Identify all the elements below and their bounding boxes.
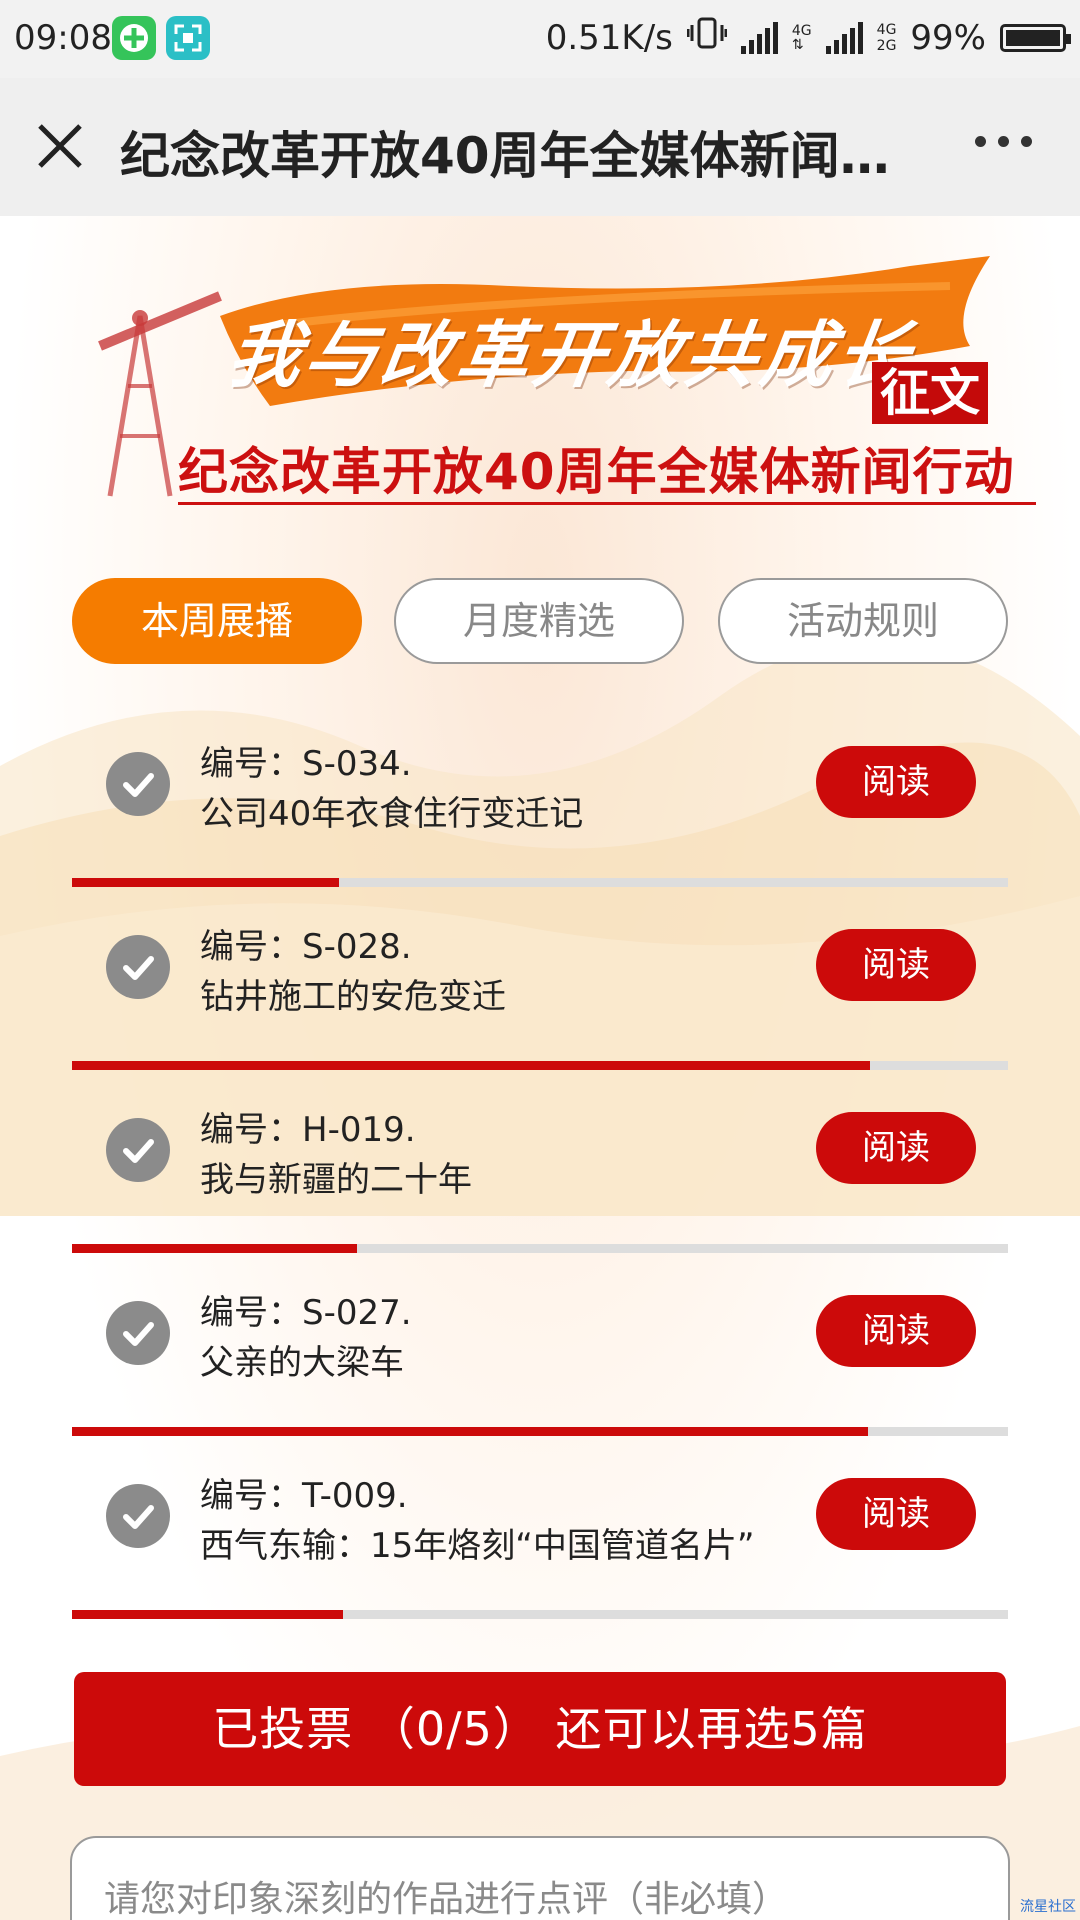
banner-subtitle: 纪念改革开放40周年全媒体新闻行动 <box>178 443 1015 501</box>
entry-number: 编号：S-034. <box>200 744 412 784</box>
title-bar: 纪念改革开放40周年全媒体新闻... <box>0 78 1080 217</box>
progress-fill <box>72 878 339 887</box>
tab-rules[interactable]: 活动规则 <box>718 578 1008 664</box>
check-icon[interactable] <box>106 1118 170 1182</box>
entry-list: 编号：S-034. 公司40年衣食住行变迁记 阅读 编号：S-028. 钻井施工… <box>72 716 1008 1631</box>
battery-icon <box>1000 23 1071 52</box>
progress-fill <box>72 1061 871 1070</box>
entry-title: 钻井施工的安危变迁 <box>200 977 506 1017</box>
banner-slogan: 我与改革开放共成长 <box>223 312 920 397</box>
watermark: 流星社区 <box>1020 1899 1076 1915</box>
status-time: 09:08 <box>14 18 112 58</box>
read-button[interactable]: 阅读 <box>816 1478 976 1550</box>
read-button[interactable]: 阅读 <box>816 1295 976 1367</box>
entry-number: 编号：H-019. <box>200 1110 416 1150</box>
more-icon[interactable] <box>975 136 1032 147</box>
page-title: 纪念改革开放40周年全媒体新闻... <box>120 127 890 185</box>
close-icon[interactable] <box>30 116 90 176</box>
entry-title: 父亲的大梁车 <box>200 1343 404 1383</box>
progress-fill <box>72 1244 358 1253</box>
progress-bar <box>72 1427 1008 1436</box>
battery-percent: 99% <box>910 17 986 58</box>
signal-icon <box>740 21 778 54</box>
read-button[interactable]: 阅读 <box>816 1112 976 1184</box>
net-speed: 0.51K/s <box>545 17 673 58</box>
progress-fill <box>72 1427 868 1436</box>
progress-bar <box>72 1244 1008 1253</box>
progress-fill <box>72 1610 344 1619</box>
banner-badge: 征文 <box>872 362 988 424</box>
entry-number: 编号：S-027. <box>200 1293 412 1333</box>
check-icon[interactable] <box>106 1484 170 1548</box>
entry-number: 编号：S-028. <box>200 927 412 967</box>
entry-number: 编号：T-009. <box>200 1476 408 1516</box>
entry-title: 公司40年衣食住行变迁记 <box>200 794 584 834</box>
wechat-notification-icon <box>112 16 156 60</box>
read-button[interactable]: 阅读 <box>816 929 976 1001</box>
list-item: 编号：S-034. 公司40年衣食住行变迁记 阅读 <box>72 716 1008 899</box>
entry-title: 西气东输：15年烙刻“中国管道名片” <box>200 1526 755 1566</box>
comment-box <box>70 1836 1010 1920</box>
status-bar: 09:08 0.51K/s 4G ⇅ 4G 2G 99% <box>0 0 1080 78</box>
check-icon[interactable] <box>106 1301 170 1365</box>
vote-status-button[interactable]: 已投票 （0/5） 还可以再选5篇 <box>74 1672 1006 1786</box>
progress-bar <box>72 1061 1008 1070</box>
list-item: 编号：T-009. 西气东输：15年烙刻“中国管道名片” 阅读 <box>72 1448 1008 1631</box>
tab-monthly[interactable]: 月度精选 <box>394 578 684 664</box>
check-icon[interactable] <box>106 935 170 999</box>
scan-notification-icon <box>166 16 210 60</box>
banner-divider <box>178 502 1036 505</box>
check-icon[interactable] <box>106 752 170 816</box>
progress-bar <box>72 1610 1008 1619</box>
signal-icon-2 <box>825 21 863 54</box>
entry-title: 我与新疆的二十年 <box>200 1160 472 1200</box>
list-item: 编号：S-028. 钻井施工的安危变迁 阅读 <box>72 899 1008 1082</box>
network-4g-label: 4G ⇅ <box>791 22 812 53</box>
list-item: 编号：H-019. 我与新疆的二十年 阅读 <box>72 1082 1008 1265</box>
vibrate-icon <box>686 16 728 59</box>
content-area: 我与改革开放共成长 征文 纪念改革开放40周年全媒体新闻行动 本周展播 月度精选… <box>0 216 1080 1920</box>
tab-bar: 本周展播 月度精选 活动规则 <box>72 578 1008 668</box>
campaign-banner: 我与改革开放共成长 征文 纪念改革开放40周年全媒体新闻行动 <box>60 216 1036 516</box>
list-item: 编号：S-027. 父亲的大梁车 阅读 <box>72 1265 1008 1448</box>
read-button[interactable]: 阅读 <box>816 746 976 818</box>
tab-weekly[interactable]: 本周展播 <box>72 578 362 664</box>
network-4g2g-label: 4G 2G <box>876 21 897 54</box>
comment-input[interactable] <box>102 1868 976 1920</box>
progress-bar <box>72 878 1008 887</box>
